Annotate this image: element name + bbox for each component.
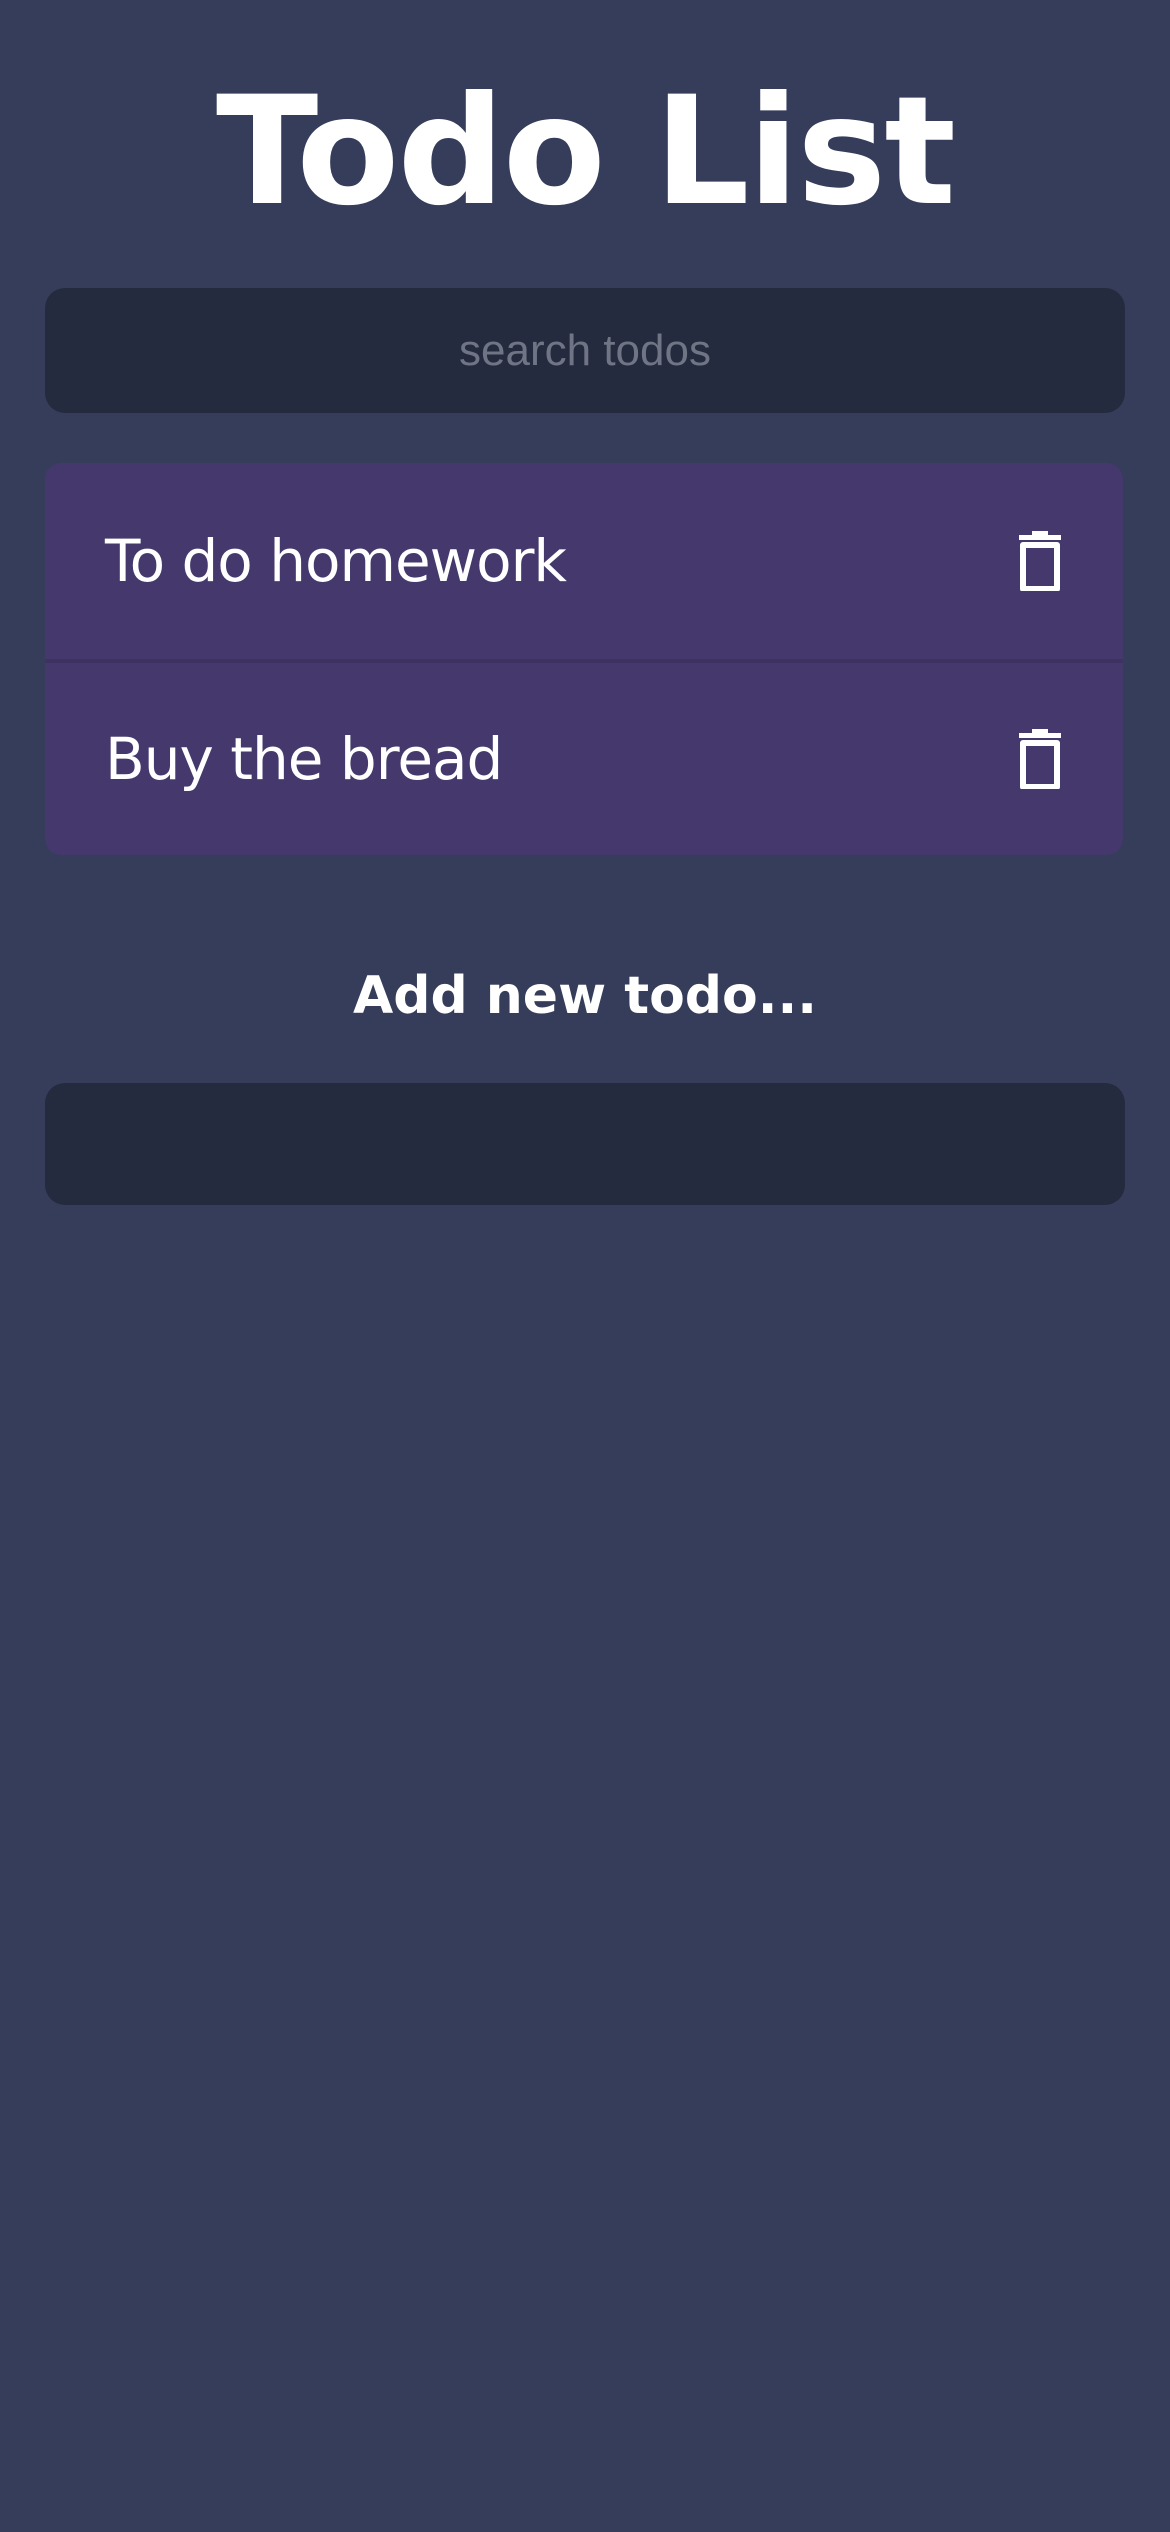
trash-icon[interactable] — [1017, 531, 1063, 591]
search-input[interactable] — [45, 288, 1125, 413]
list-item: Buy the bread — [45, 659, 1123, 855]
todo-text: To do homework — [105, 527, 567, 595]
list-item: To do homework — [45, 463, 1123, 659]
todo-text: Buy the bread — [105, 725, 503, 793]
page-title: Todo List — [215, 65, 956, 239]
add-todo-label: Add new todo... — [352, 966, 817, 1026]
trash-icon[interactable] — [1017, 729, 1063, 789]
todo-list: To do homework Buy the bread — [45, 463, 1123, 855]
add-todo-input[interactable] — [45, 1083, 1125, 1205]
